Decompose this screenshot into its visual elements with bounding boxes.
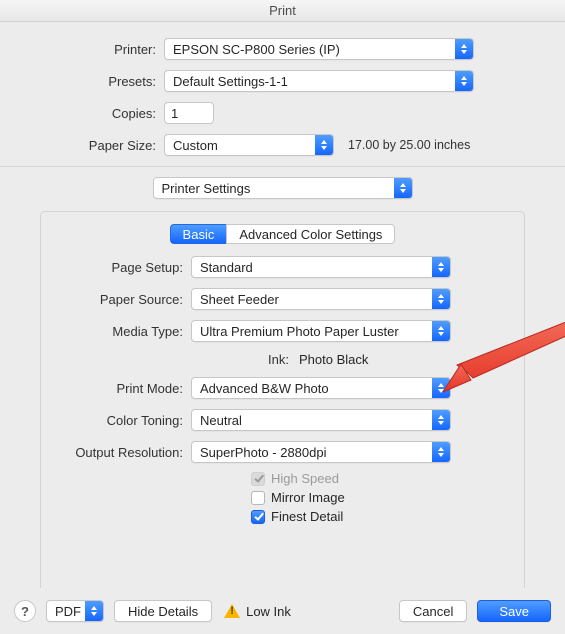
cancel-label: Cancel bbox=[413, 604, 453, 619]
presets-select[interactable]: Default Settings-1-1 bbox=[164, 70, 474, 92]
section-select[interactable]: Printer Settings bbox=[153, 177, 413, 199]
output-resolution-value: SuperPhoto - 2880dpi bbox=[192, 445, 432, 460]
copies-label: Copies: bbox=[24, 106, 164, 121]
page-setup-value: Standard bbox=[192, 260, 432, 275]
printer-label: Printer: bbox=[24, 42, 164, 57]
paper-source-label: Paper Source: bbox=[51, 292, 191, 307]
output-resolution-label: Output Resolution: bbox=[51, 445, 191, 460]
updown-icon bbox=[432, 257, 450, 277]
tab-basic[interactable]: Basic bbox=[170, 224, 227, 244]
color-toning-label: Color Toning: bbox=[51, 413, 191, 428]
mirror-image-label: Mirror Image bbox=[271, 490, 345, 505]
paper-size-value: Custom bbox=[165, 138, 315, 153]
window-title: Print bbox=[269, 3, 296, 18]
finest-detail-checkbox[interactable] bbox=[251, 510, 265, 524]
updown-icon bbox=[432, 289, 450, 309]
settings-tabs: Basic Advanced Color Settings bbox=[51, 224, 514, 244]
mirror-image-checkbox[interactable] bbox=[251, 491, 265, 505]
tab-advanced-color[interactable]: Advanced Color Settings bbox=[226, 224, 395, 244]
output-resolution-select[interactable]: SuperPhoto - 2880dpi bbox=[191, 441, 451, 463]
paper-source-value: Sheet Feeder bbox=[192, 292, 432, 307]
divider bbox=[0, 166, 565, 167]
media-type-select[interactable]: Ultra Premium Photo Paper Luster bbox=[191, 320, 451, 342]
print-mode-value: Advanced B&W Photo bbox=[192, 381, 432, 396]
printer-settings-panel: Basic Advanced Color Settings Page Setup… bbox=[40, 211, 525, 621]
chevron-down-icon bbox=[85, 601, 103, 621]
paper-size-select[interactable]: Custom bbox=[164, 134, 334, 156]
paper-source-select[interactable]: Sheet Feeder bbox=[191, 288, 451, 310]
page-setup-select[interactable]: Standard bbox=[191, 256, 451, 278]
updown-icon bbox=[432, 378, 450, 398]
updown-icon bbox=[394, 178, 412, 198]
title-bar: Print bbox=[0, 0, 565, 22]
presets-label: Presets: bbox=[24, 74, 164, 89]
save-label: Save bbox=[499, 604, 529, 619]
updown-icon bbox=[432, 321, 450, 341]
hide-details-button[interactable]: Hide Details bbox=[114, 600, 212, 622]
printer-select[interactable]: EPSON SC-P800 Series (IP) bbox=[164, 38, 474, 60]
updown-icon bbox=[455, 39, 473, 59]
page-setup-label: Page Setup: bbox=[51, 260, 191, 275]
high-speed-checkbox bbox=[251, 472, 265, 486]
warning-icon bbox=[224, 604, 240, 618]
updown-icon bbox=[455, 71, 473, 91]
section-value: Printer Settings bbox=[154, 181, 394, 196]
ink-value: Photo Black bbox=[299, 352, 368, 367]
updown-icon bbox=[432, 410, 450, 430]
dialog-content: Printer: EPSON SC-P800 Series (IP) Prese… bbox=[0, 22, 565, 621]
high-speed-label: High Speed bbox=[271, 471, 339, 486]
printer-value: EPSON SC-P800 Series (IP) bbox=[165, 42, 455, 57]
color-toning-value: Neutral bbox=[192, 413, 432, 428]
finest-detail-label: Finest Detail bbox=[271, 509, 343, 524]
media-type-value: Ultra Premium Photo Paper Luster bbox=[192, 324, 432, 339]
hide-details-label: Hide Details bbox=[128, 604, 198, 619]
pdf-label: PDF bbox=[47, 604, 85, 619]
ink-label: Ink: bbox=[245, 352, 299, 367]
cancel-button[interactable]: Cancel bbox=[399, 600, 467, 622]
print-mode-select[interactable]: Advanced B&W Photo bbox=[191, 377, 451, 399]
paper-size-label: Paper Size: bbox=[24, 138, 164, 153]
color-toning-select[interactable]: Neutral bbox=[191, 409, 451, 431]
media-type-label: Media Type: bbox=[51, 324, 191, 339]
low-ink-label: Low Ink bbox=[246, 604, 291, 619]
pdf-menu[interactable]: PDF bbox=[46, 600, 104, 622]
copies-value: 1 bbox=[171, 106, 178, 121]
updown-icon bbox=[432, 442, 450, 462]
help-label: ? bbox=[21, 604, 29, 619]
paper-size-hint: 17.00 by 25.00 inches bbox=[348, 138, 470, 152]
copies-input[interactable]: 1 bbox=[164, 102, 214, 124]
save-button[interactable]: Save bbox=[477, 600, 551, 622]
dialog-footer: ? PDF Hide Details Low Ink Cancel Save bbox=[0, 588, 565, 634]
presets-value: Default Settings-1-1 bbox=[165, 74, 455, 89]
help-button[interactable]: ? bbox=[14, 600, 36, 622]
print-mode-label: Print Mode: bbox=[51, 381, 191, 396]
updown-icon bbox=[315, 135, 333, 155]
